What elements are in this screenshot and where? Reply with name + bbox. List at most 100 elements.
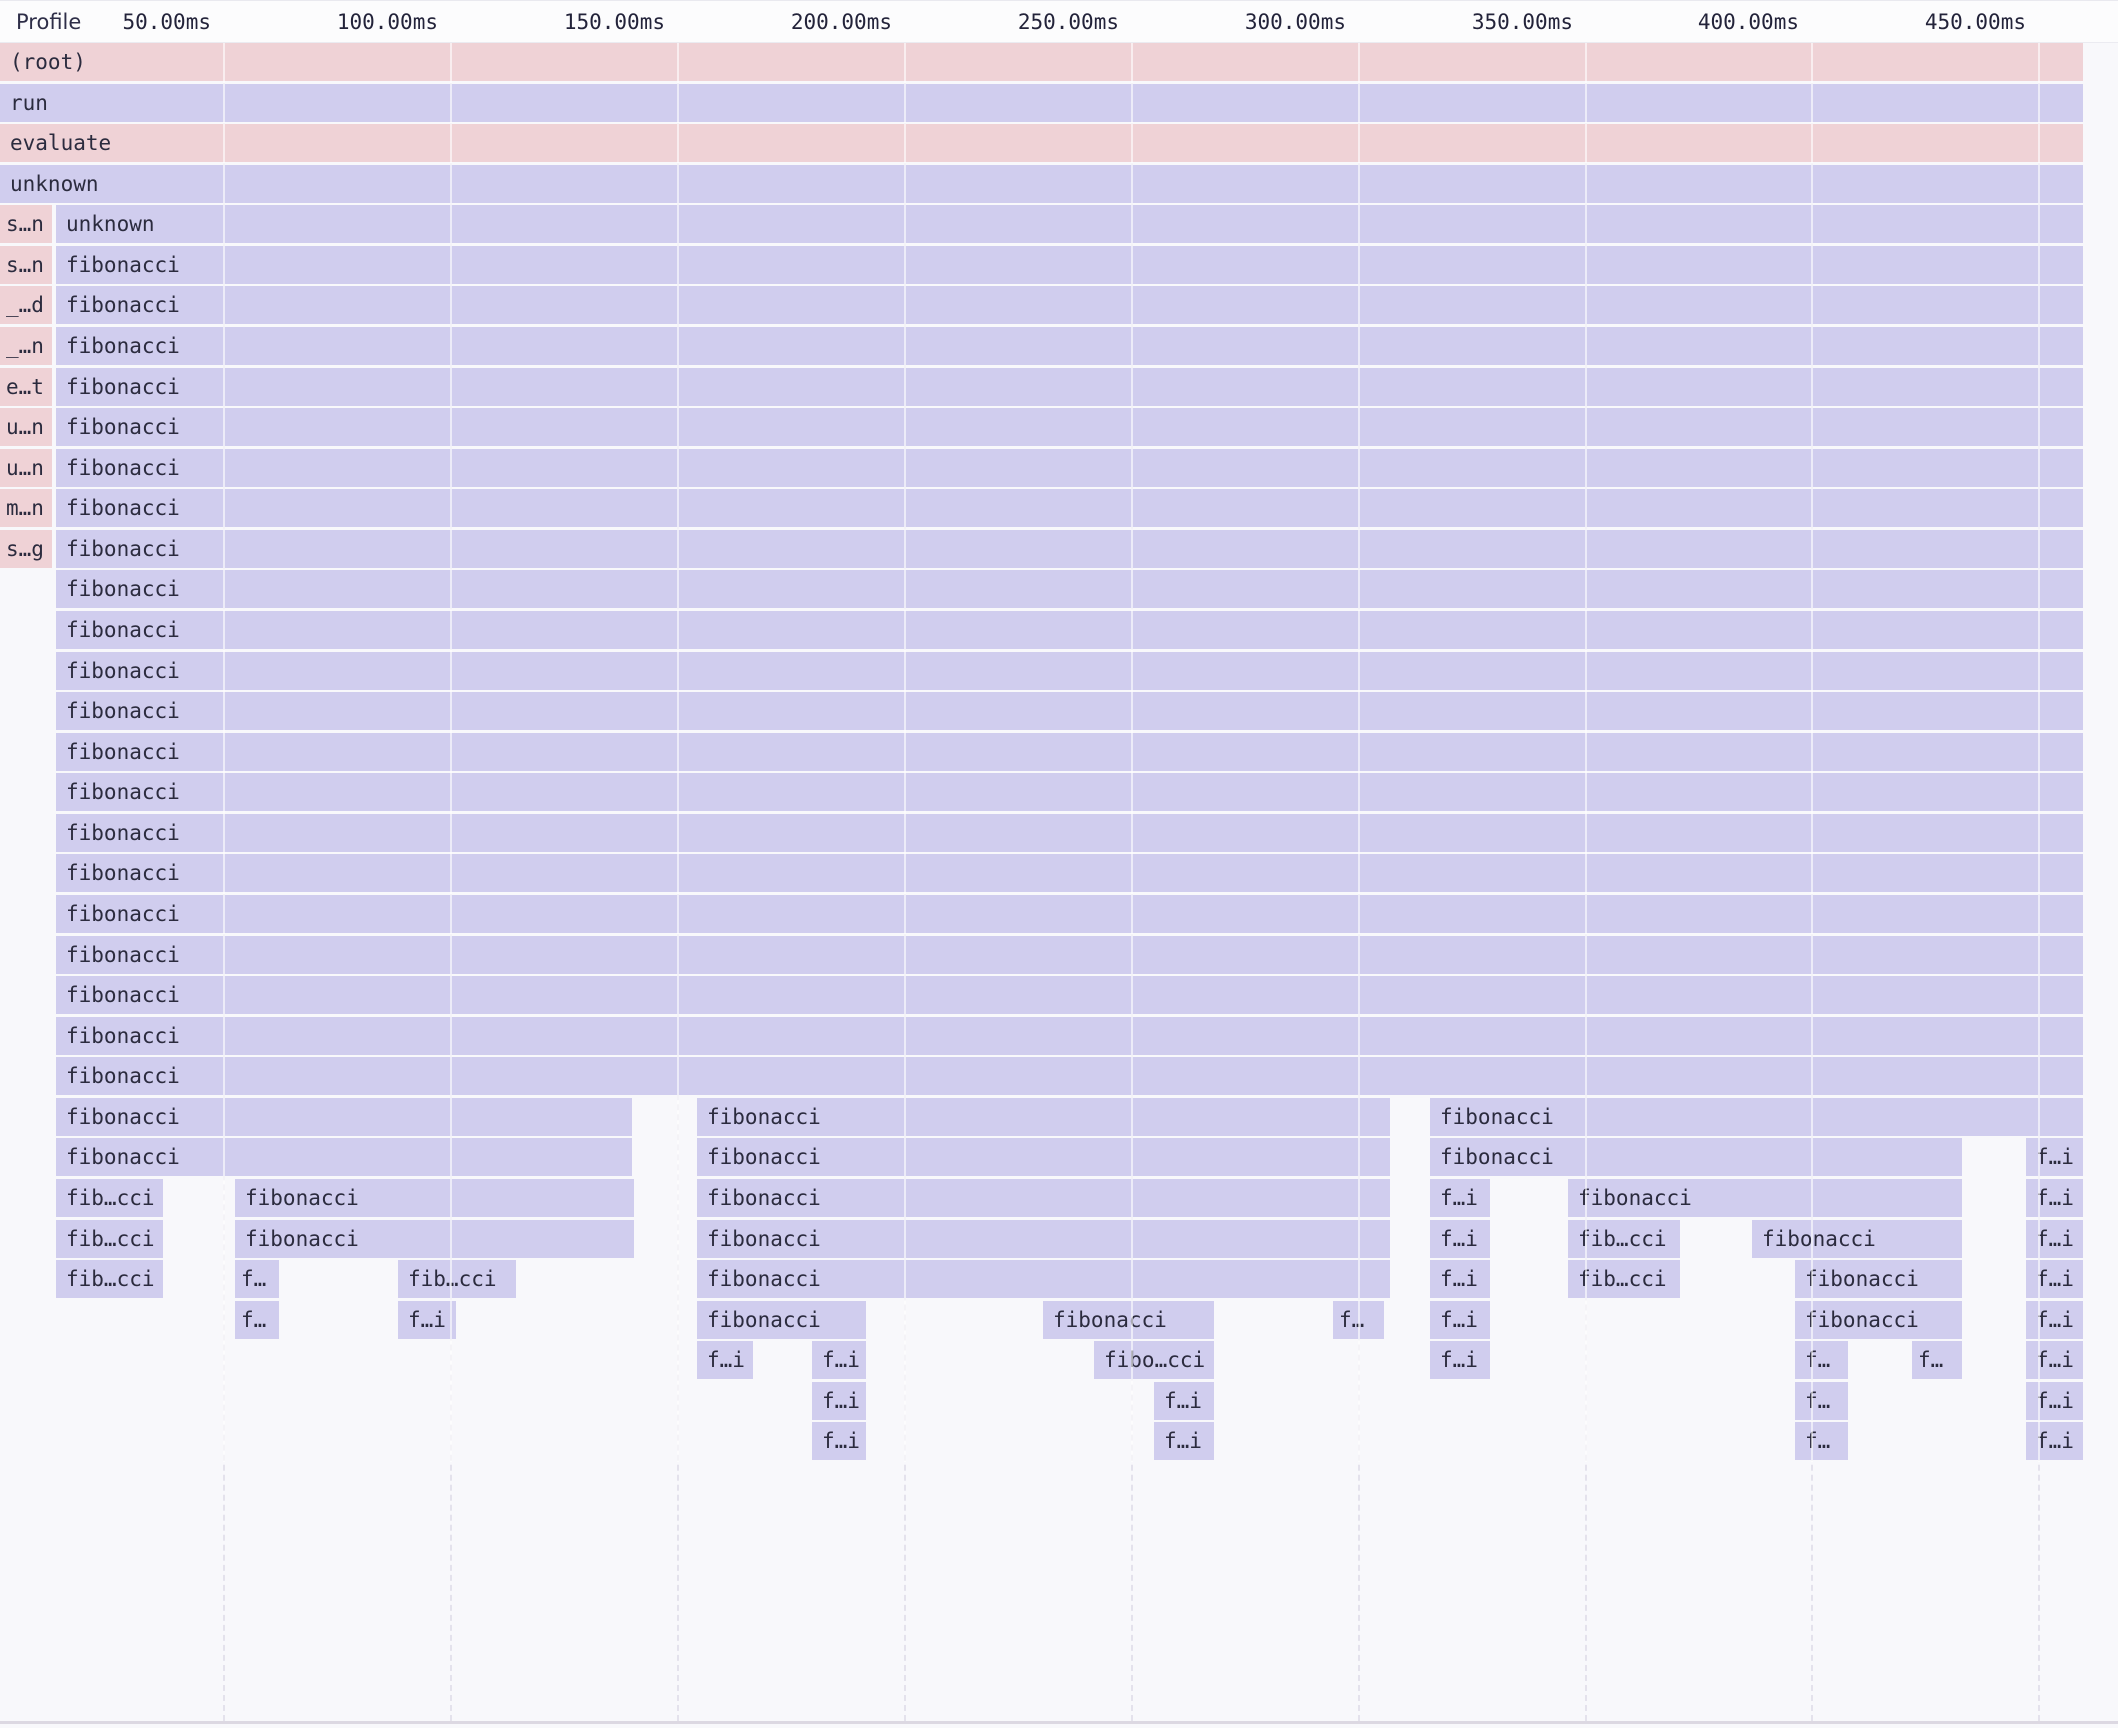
ruler-tick-label: 250.00ms (1018, 1, 1119, 43)
flame-segment[interactable]: evaluate (0, 124, 2083, 162)
flame-segment[interactable]: fibonacci (56, 1057, 2083, 1095)
flame-segment[interactable]: fibonacci (1430, 1098, 2083, 1136)
ruler-tick-label: 50.00ms (122, 1, 211, 43)
flame-segment[interactable]: fibonacci (1043, 1301, 1214, 1339)
ruler-tick-label: 450.00ms (1925, 1, 2026, 43)
flame-segment[interactable]: f…i (1430, 1341, 1490, 1379)
flame-segment[interactable]: fibonacci (1568, 1179, 1962, 1217)
flame-chart: (root)runevaluateunknowns…nunknowns…nfib… (0, 0, 2118, 1728)
flame-segment[interactable]: f…i (2026, 1220, 2083, 1258)
flame-segment[interactable]: f…i (1430, 1260, 1490, 1298)
ruler-tick-label: 200.00ms (791, 1, 892, 43)
flame-segment[interactable]: _…d (0, 286, 52, 324)
flame-segment[interactable]: fibonacci (56, 936, 2083, 974)
flame-segment[interactable]: f…i (697, 1341, 753, 1379)
ruler-tick-label: 400.00ms (1698, 1, 1799, 43)
flame-segment[interactable]: f… (1795, 1341, 1848, 1379)
flame-segment[interactable]: fib…cci (56, 1220, 163, 1258)
ruler-tick-label: 350.00ms (1472, 1, 1573, 43)
flame-segment[interactable]: fibo…cci (1094, 1341, 1214, 1379)
flame-segment[interactable]: f…i (1430, 1220, 1490, 1258)
flame-segment[interactable]: fibonacci (697, 1220, 1390, 1258)
flame-segment[interactable]: u…n (0, 408, 52, 446)
profile-title: Profile (16, 1, 81, 43)
bottom-border (0, 1721, 2118, 1724)
flame-segment[interactable]: fibonacci (697, 1098, 1390, 1136)
time-ruler: Profile 50.00ms100.00ms150.00ms200.00ms2… (0, 0, 2118, 43)
gridline-overlay (1585, 43, 1587, 1462)
flame-segment[interactable]: f…i (1154, 1422, 1214, 1460)
flame-segment[interactable]: fibonacci (56, 1138, 632, 1176)
flame-segment[interactable]: fibonacci (56, 611, 2083, 649)
flame-segment[interactable]: fibonacci (1430, 1138, 1962, 1176)
flame-segment[interactable]: f…i (2026, 1382, 2083, 1420)
flame-segment[interactable]: fibonacci (235, 1179, 634, 1217)
flame-segment[interactable]: f… (235, 1301, 279, 1339)
flame-segment[interactable]: f… (1795, 1382, 1848, 1420)
flame-segment[interactable]: f… (1912, 1341, 1962, 1379)
flame-segment[interactable]: m…n (0, 489, 52, 527)
flame-segment[interactable]: u…n (0, 449, 52, 487)
ruler-tick-label: 300.00ms (1245, 1, 1346, 43)
flame-segment[interactable]: fibonacci (56, 489, 2083, 527)
flame-segment[interactable]: s…n (0, 205, 52, 243)
flame-segment[interactable]: fibonacci (56, 327, 2083, 365)
flame-segment[interactable]: unknown (56, 205, 2083, 243)
flame-segment[interactable]: fibonacci (56, 246, 2083, 284)
flame-segment[interactable]: fibonacci (56, 368, 2083, 406)
flame-segment[interactable]: f…i (2026, 1138, 2083, 1176)
flame-segment[interactable]: f…i (2026, 1260, 2083, 1298)
flame-segment[interactable]: fibonacci (56, 449, 2083, 487)
flame-segment[interactable]: fib…cci (56, 1179, 163, 1217)
ruler-tick-label: 100.00ms (337, 1, 438, 43)
flame-segment[interactable]: f…i (1430, 1301, 1490, 1339)
flame-segment[interactable]: fib…cci (398, 1260, 516, 1298)
flame-segment[interactable]: f…i (2026, 1422, 2083, 1460)
flame-segment[interactable]: fibonacci (56, 976, 2083, 1014)
flame-segment[interactable]: s…n (0, 246, 52, 284)
flame-segment[interactable]: (root) (0, 43, 2083, 81)
flame-segment[interactable]: fibonacci (56, 286, 2083, 324)
flame-segment[interactable]: f…i (2026, 1179, 2083, 1217)
flame-segment[interactable]: f…i (398, 1301, 456, 1339)
flame-segment[interactable]: run (0, 84, 2083, 122)
flame-segment[interactable]: s…g (0, 530, 52, 568)
flame-segment[interactable]: f…i (812, 1382, 866, 1420)
gridline-overlay (677, 43, 679, 1462)
flame-segment[interactable]: f…i (2026, 1301, 2083, 1339)
flame-segment[interactable]: e…t (0, 368, 52, 406)
flame-segment[interactable]: fibonacci (1795, 1301, 1962, 1339)
gridline-overlay (1811, 43, 1813, 1462)
flame-segment[interactable]: fibonacci (56, 733, 2083, 771)
flame-segment[interactable]: fibonacci (56, 773, 2083, 811)
flame-segment[interactable]: f…i (1430, 1179, 1490, 1217)
flame-segment[interactable]: f…i (812, 1341, 866, 1379)
flame-segment[interactable]: fibonacci (56, 692, 2083, 730)
flame-segment[interactable]: fibonacci (1795, 1260, 1962, 1298)
flame-segment[interactable]: fibonacci (697, 1301, 866, 1339)
flame-segment[interactable]: fibonacci (1752, 1220, 1962, 1258)
flame-segment[interactable]: f… (235, 1260, 279, 1298)
flame-segment[interactable]: fibonacci (56, 570, 2083, 608)
flame-segment[interactable]: fibonacci (697, 1260, 1390, 1298)
flame-segment[interactable]: fib…cci (56, 1260, 163, 1298)
flame-segment[interactable]: f…i (812, 1422, 866, 1460)
flame-segment[interactable]: fibonacci (56, 530, 2083, 568)
flame-segment[interactable]: fibonacci (56, 1017, 2083, 1055)
flame-segment[interactable]: f…i (1154, 1382, 1214, 1420)
gridline-overlay (223, 43, 225, 1462)
flame-segment[interactable]: fibonacci (56, 814, 2083, 852)
flame-segment[interactable]: fibonacci (235, 1220, 634, 1258)
flame-segment[interactable]: f… (1795, 1422, 1848, 1460)
flame-segment[interactable]: f…i (2026, 1341, 2083, 1379)
flame-segment[interactable]: unknown (0, 165, 2083, 203)
flame-segment[interactable]: fibonacci (56, 652, 2083, 690)
flame-segment[interactable]: fibonacci (56, 895, 2083, 933)
flame-segment[interactable]: fibonacci (697, 1138, 1390, 1176)
flame-segment[interactable]: fibonacci (56, 854, 2083, 892)
flame-segment[interactable]: fibonacci (56, 408, 2083, 446)
flame-segment[interactable]: fibonacci (697, 1179, 1390, 1217)
flame-segment[interactable]: _…n (0, 327, 52, 365)
gridline-overlay (2038, 43, 2040, 1462)
flame-segment[interactable]: fibonacci (56, 1098, 632, 1136)
